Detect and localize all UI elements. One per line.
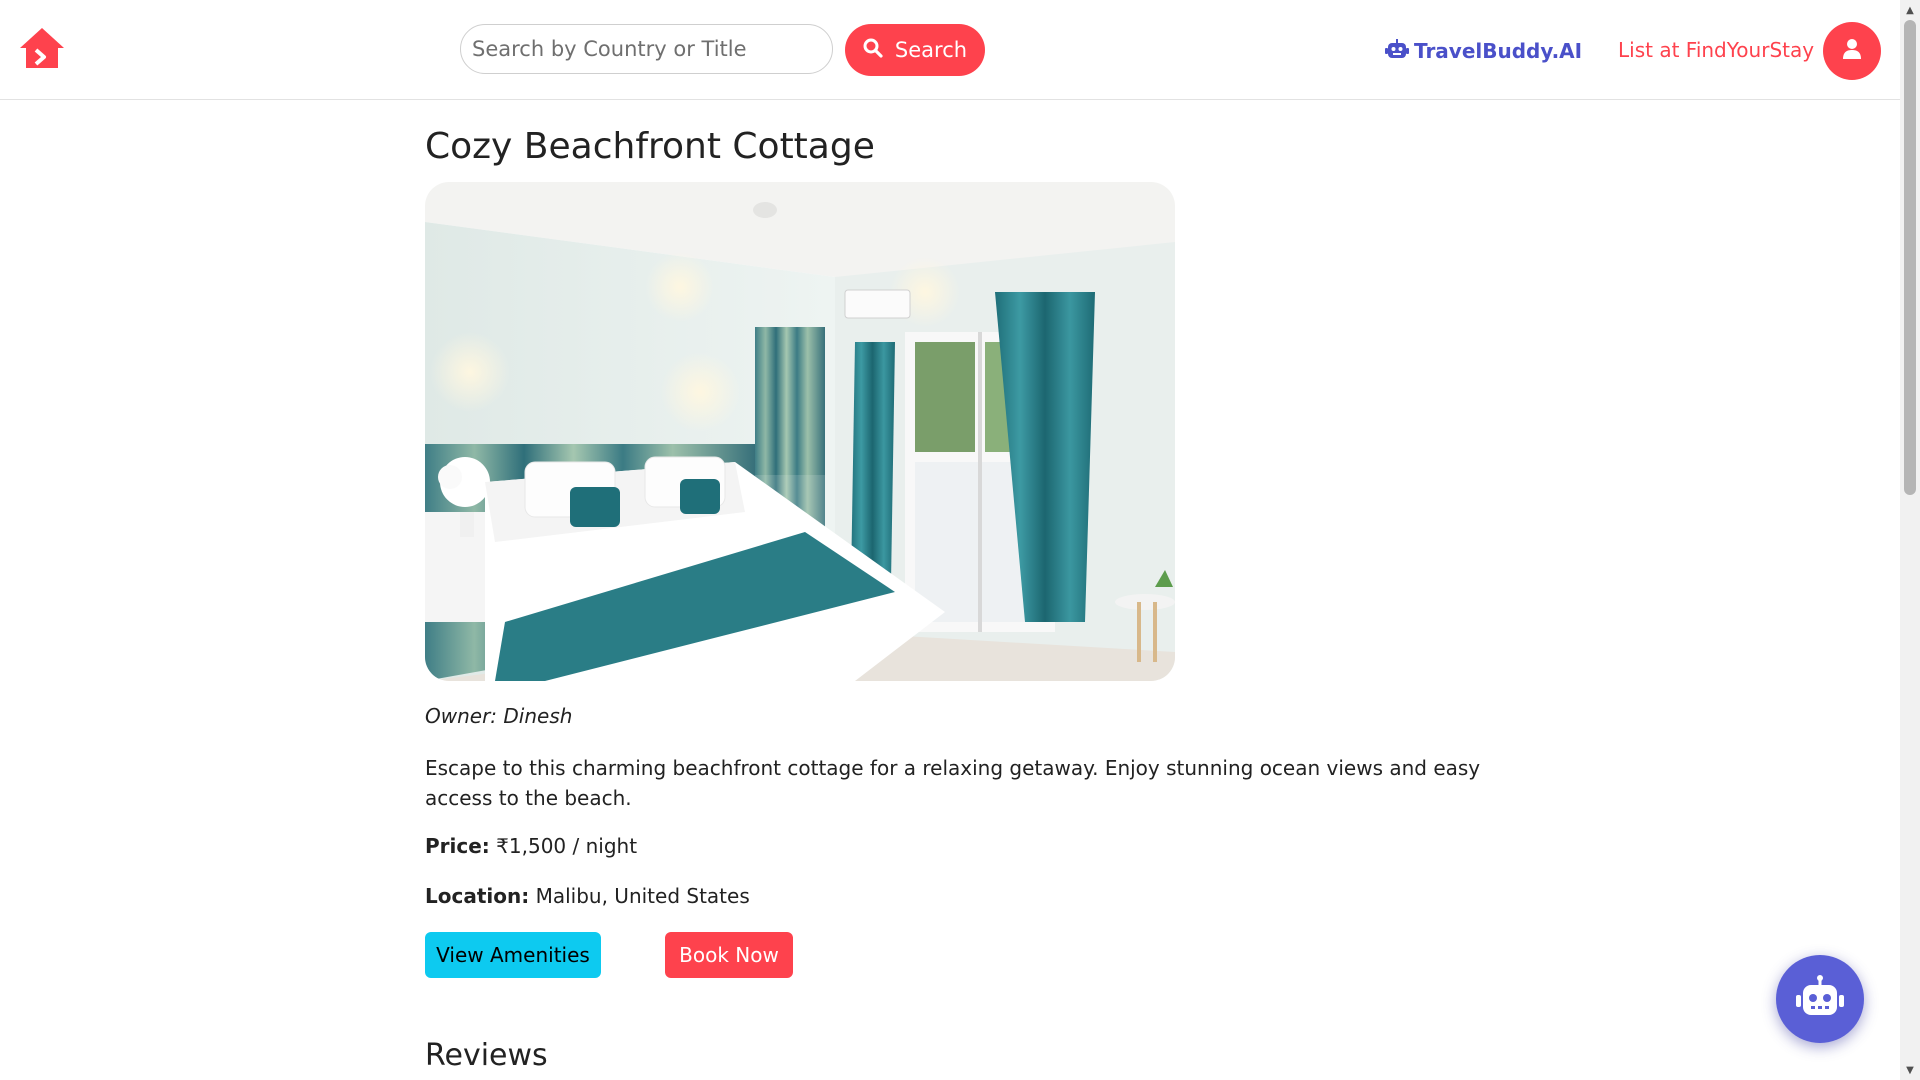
listing-owner: Owner: Dinesh xyxy=(425,704,573,728)
location-value: Malibu, United States xyxy=(535,884,750,908)
search-button-label: Search xyxy=(894,38,968,62)
robot-icon xyxy=(1385,38,1409,64)
scroll-down-arrow-icon[interactable]: ▼ xyxy=(1900,1060,1920,1080)
ai-link-label: TravelBuddy.AI xyxy=(1414,39,1583,63)
list-property-link[interactable]: List at FindYourStay xyxy=(1618,38,1814,62)
listing-price: Price: ₹1,500 / night xyxy=(425,834,637,858)
travelbuddy-ai-link[interactable]: TravelBuddy.AI xyxy=(1385,36,1582,66)
user-menu-button[interactable] xyxy=(1823,22,1881,80)
price-label: Price: xyxy=(425,834,490,858)
view-amenities-button[interactable]: View Amenities xyxy=(425,932,601,978)
vertical-scrollbar[interactable]: ▲ ▼ xyxy=(1900,0,1920,1080)
listing-description: Escape to this charming beachfront cotta… xyxy=(425,756,1481,810)
chatbot-button[interactable] xyxy=(1776,955,1864,1043)
reviews-heading: Reviews xyxy=(425,1038,548,1073)
listing-image xyxy=(425,182,1175,681)
navbar: Search TravelBuddy.AI List at FindYourSt… xyxy=(0,0,1900,100)
listing-location: Location: Malibu, United States xyxy=(425,884,750,908)
search-button[interactable]: Search xyxy=(845,24,985,76)
search-icon xyxy=(863,38,883,63)
search-input[interactable] xyxy=(460,24,833,74)
listing-title: Cozy Beachfront Cottage xyxy=(425,126,875,167)
scroll-up-arrow-icon[interactable]: ▲ xyxy=(1900,0,1920,20)
location-label: Location: xyxy=(425,884,530,908)
price-value: ₹1,500 / night xyxy=(496,834,638,858)
home-logo-icon[interactable] xyxy=(18,26,66,70)
book-now-button[interactable]: Book Now xyxy=(665,932,793,978)
user-icon xyxy=(1842,38,1862,64)
robot-icon xyxy=(1796,975,1844,1023)
scrollbar-thumb[interactable] xyxy=(1904,20,1916,495)
